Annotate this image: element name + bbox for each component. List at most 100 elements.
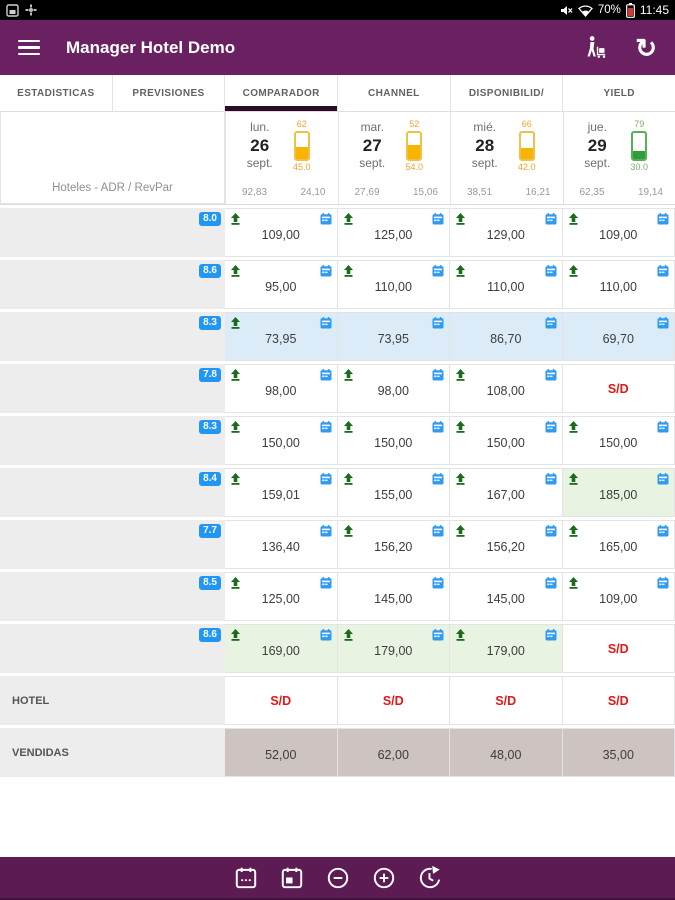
calendar-icon[interactable] — [320, 265, 332, 277]
calendar-icon[interactable] — [545, 577, 557, 589]
calendar-icon[interactable] — [545, 369, 557, 381]
price-cell[interactable]: 155,00 — [337, 468, 450, 517]
upload-icon[interactable] — [568, 421, 579, 433]
price-cell[interactable]: S/D — [337, 676, 450, 725]
price-cell[interactable]: 165,00 — [562, 520, 675, 569]
calendar-icon[interactable] — [545, 265, 557, 277]
calendar-icon[interactable] — [657, 473, 669, 485]
calendar-icon[interactable] — [432, 369, 444, 381]
calendar-icon[interactable] — [657, 421, 669, 433]
price-cell[interactable]: 169,00 — [225, 624, 338, 673]
price-cell[interactable]: S/D — [562, 676, 675, 725]
upload-icon[interactable] — [343, 421, 354, 433]
upload-icon[interactable] — [455, 629, 466, 641]
upload-icon[interactable] — [343, 265, 354, 277]
price-cell[interactable]: 136,40 — [225, 520, 338, 569]
day-header[interactable]: jue. 29 sept. 79 30.0 62,35 19,14 — [562, 112, 675, 204]
upload-icon[interactable] — [568, 525, 579, 537]
upload-icon[interactable] — [343, 369, 354, 381]
zoom-in-icon[interactable] — [370, 864, 397, 891]
calendar-icon[interactable] — [545, 421, 557, 433]
day-header[interactable]: lun. 26 sept. 62 45.0 92,83 24,10 — [225, 112, 338, 204]
calendar-icon[interactable] — [432, 473, 444, 485]
calendar-icon[interactable] — [432, 213, 444, 225]
tab-yield[interactable]: YIELD — [562, 75, 675, 111]
price-cell[interactable]: 156,20 — [450, 520, 563, 569]
price-cell[interactable]: 109,00 — [225, 208, 338, 257]
price-cell[interactable]: 95,00 — [225, 260, 338, 309]
price-cell[interactable]: 125,00 — [337, 208, 450, 257]
tab-comparador[interactable]: COMPARADOR — [224, 75, 338, 111]
calendar-icon[interactable] — [545, 629, 557, 641]
upload-icon[interactable] — [568, 577, 579, 589]
price-cell[interactable]: 125,00 — [225, 572, 338, 621]
price-cell[interactable]: 62,00 — [337, 728, 450, 777]
upload-icon[interactable] — [455, 369, 466, 381]
tab-disponibilid[interactable]: DISPONIBILID/ — [449, 75, 563, 111]
calendar-icon[interactable] — [545, 525, 557, 537]
upload-icon[interactable] — [230, 213, 241, 225]
calendar-icon[interactable] — [432, 629, 444, 641]
upload-icon[interactable] — [343, 525, 354, 537]
upload-icon[interactable] — [343, 473, 354, 485]
calendar-icon[interactable] — [432, 265, 444, 277]
price-cell[interactable]: 109,00 — [562, 208, 675, 257]
price-cell[interactable]: 86,70 — [450, 312, 563, 361]
price-cell[interactable]: 98,00 — [337, 364, 450, 413]
calendar-day-icon[interactable] — [278, 864, 305, 891]
price-cell[interactable]: 159,01 — [225, 468, 338, 517]
menu-icon[interactable] — [18, 39, 40, 56]
calendar-icon[interactable] — [432, 577, 444, 589]
calendar-icon[interactable] — [320, 369, 332, 381]
calendar-icon[interactable] — [320, 421, 332, 433]
price-cell[interactable]: 110,00 — [562, 260, 675, 309]
upload-icon[interactable] — [343, 213, 354, 225]
calendar-icon[interactable] — [320, 317, 332, 329]
calendar-icon[interactable] — [657, 317, 669, 329]
price-cell[interactable]: 150,00 — [562, 416, 675, 465]
calendar-icon[interactable] — [545, 213, 557, 225]
calendar-icon[interactable] — [432, 317, 444, 329]
upload-icon[interactable] — [343, 629, 354, 641]
day-header[interactable]: mié. 28 sept. 66 42.0 38,51 16,21 — [450, 112, 563, 204]
price-cell[interactable]: 145,00 — [337, 572, 450, 621]
upload-icon[interactable] — [230, 629, 241, 641]
upload-icon[interactable] — [230, 265, 241, 277]
price-cell[interactable]: S/D — [450, 676, 563, 725]
upload-icon[interactable] — [230, 317, 241, 329]
price-cell[interactable]: 145,00 — [450, 572, 563, 621]
tab-estadisticas[interactable]: ESTADISTICAS — [0, 75, 112, 111]
price-cell[interactable]: 110,00 — [337, 260, 450, 309]
calendar-icon[interactable] — [545, 317, 557, 329]
calendar-icon[interactable] — [320, 473, 332, 485]
calendar-icon[interactable] — [320, 213, 332, 225]
price-cell[interactable]: 179,00 — [450, 624, 563, 673]
upload-icon[interactable] — [230, 473, 241, 485]
upload-icon[interactable] — [568, 265, 579, 277]
price-cell[interactable]: S/D — [225, 676, 338, 725]
price-cell[interactable]: 73,95 — [225, 312, 338, 361]
price-cell[interactable]: 167,00 — [450, 468, 563, 517]
zoom-out-icon[interactable] — [324, 864, 351, 891]
price-cell[interactable]: S/D — [562, 624, 675, 673]
price-cell[interactable]: 185,00 — [562, 468, 675, 517]
calendar-icon[interactable] — [432, 421, 444, 433]
price-cell[interactable]: 156,20 — [337, 520, 450, 569]
traveler-icon[interactable] — [582, 34, 609, 61]
upload-icon[interactable] — [568, 213, 579, 225]
price-cell[interactable]: 150,00 — [450, 416, 563, 465]
calendar-icon[interactable] — [657, 577, 669, 589]
tab-channel[interactable]: CHANNEL — [337, 75, 450, 111]
price-cell[interactable]: 98,00 — [225, 364, 338, 413]
day-header[interactable]: mar. 27 sept. 52 54.0 27,69 15,06 — [337, 112, 450, 204]
calendar-range-icon[interactable] — [232, 864, 259, 891]
refresh-time-icon[interactable] — [416, 864, 443, 891]
upload-icon[interactable] — [568, 473, 579, 485]
calendar-icon[interactable] — [545, 473, 557, 485]
price-cell[interactable]: 109,00 — [562, 572, 675, 621]
upload-icon[interactable] — [230, 369, 241, 381]
upload-icon[interactable] — [455, 265, 466, 277]
upload-icon[interactable] — [455, 473, 466, 485]
price-cell[interactable]: 150,00 — [225, 416, 338, 465]
calendar-icon[interactable] — [320, 577, 332, 589]
